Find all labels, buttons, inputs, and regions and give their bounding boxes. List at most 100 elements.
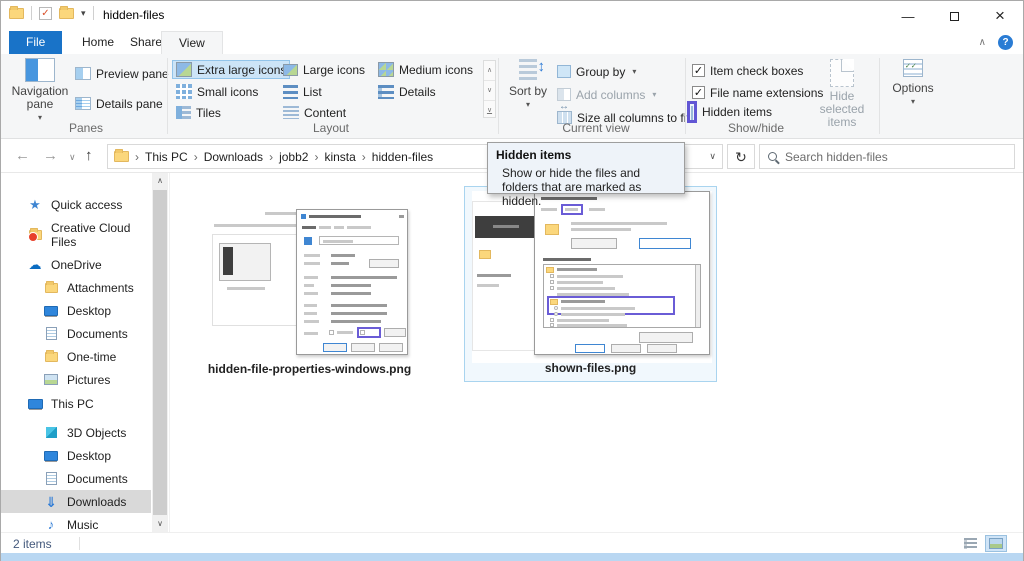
sidebar-scrollbar[interactable]: ∧ ∨ [152, 173, 168, 532]
search-input[interactable] [785, 150, 1006, 164]
layout-details[interactable]: Details [378, 82, 436, 101]
close-button[interactable]: × [977, 1, 1023, 31]
monitor-icon [43, 306, 59, 316]
sidebar-item-3d-objects[interactable]: 3D Objects [1, 421, 151, 444]
add-columns-dropdown-icon: ▾ [652, 90, 656, 99]
sidebar-item-this-pc[interactable]: This PC [1, 392, 151, 415]
new-folder-icon[interactable] [59, 8, 74, 19]
music-note-icon: ♪ [43, 517, 59, 532]
gallery-scroll-down-icon[interactable]: ∨ [484, 81, 495, 101]
tab-view[interactable]: View [161, 31, 223, 54]
sidebar-item-desktop[interactable]: Desktop [1, 444, 151, 467]
layout-extra-large-icons[interactable]: Extra large icons [172, 60, 290, 79]
navigation-pane-button[interactable]: Navigation pane ▾ [11, 58, 69, 124]
file-label: hidden-file-properties-windows.png [183, 362, 436, 376]
main-area: ★Quick access Creative Cloud Files ☁OneD… [1, 173, 1023, 532]
minimize-button[interactable]: — [885, 1, 931, 31]
unchecked-checkbox-icon[interactable] [691, 106, 693, 120]
sidebar-item-one-time[interactable]: One-time [1, 345, 151, 368]
file-item-hidden-file-properties[interactable]: hidden-file-properties-windows.png [183, 186, 436, 382]
checked-checkbox-icon[interactable]: ✓ [692, 86, 705, 99]
checked-checkbox-icon[interactable]: ✓ [692, 64, 705, 77]
sidebar-item-attachments[interactable]: Attachments [1, 276, 151, 299]
breadcrumb-this-pc[interactable]: This PC [145, 150, 188, 164]
app-folder-icon [9, 8, 24, 19]
details-pane-label: Details pane [96, 97, 163, 111]
sort-by-dropdown-icon: ▾ [526, 98, 530, 111]
folder-icon [43, 352, 59, 362]
star-icon: ★ [27, 197, 43, 213]
file-item-shown-files[interactable]: shown-files.png [464, 186, 717, 382]
options-dropdown-icon: ▾ [911, 95, 915, 108]
breadcrumb-hidden-files[interactable]: hidden-files [372, 150, 433, 164]
sidebar-item-downloads[interactable]: ⇓Downloads [1, 490, 151, 513]
cube-icon [43, 427, 59, 438]
group-by-button[interactable]: Group by ▾ [557, 62, 636, 81]
details-view-icon [378, 85, 394, 99]
breadcrumb-kinsta[interactable]: kinsta [324, 150, 355, 164]
tab-file[interactable]: File [9, 31, 62, 54]
gallery-expand-icon[interactable]: ∨ [484, 101, 495, 120]
back-button[interactable]: ← [15, 147, 30, 164]
extra-large-icons-icon [176, 62, 192, 77]
properties-check-icon[interactable]: ✓ [39, 7, 52, 20]
current-view-group-label: Current view [521, 121, 671, 135]
layout-gallery-scroll[interactable]: ∧ ∨ ∨ [483, 60, 496, 118]
layout-list[interactable]: List [283, 82, 322, 101]
sidebar-item-creative-cloud-files[interactable]: Creative Cloud Files [1, 223, 151, 246]
show-hide-group-label: Show/hide [701, 121, 811, 135]
search-box[interactable] [759, 144, 1015, 169]
thumbnail-view-button[interactable] [985, 535, 1007, 552]
list-icon [283, 85, 298, 99]
hidden-items-toggle[interactable]: Hidden items [687, 102, 772, 121]
help-icon[interactable]: ? [998, 35, 1013, 50]
layout-content[interactable]: Content [283, 103, 346, 122]
quick-access-toolbar: ✓ ▾ [9, 6, 94, 20]
layout-small-icons[interactable]: Small icons [176, 82, 258, 101]
item-check-boxes-toggle[interactable]: ✓ Item check boxes [692, 61, 803, 80]
address-dropdown-icon[interactable]: ∨ [709, 151, 716, 162]
add-columns-button[interactable]: Add columns ▾ [557, 85, 656, 104]
ribbon-collapse-icon[interactable]: ∧ [979, 37, 986, 48]
details-pane-icon [75, 97, 91, 110]
layout-medium-icons[interactable]: Medium icons [378, 60, 473, 79]
preview-pane-label: Preview pane [96, 67, 169, 81]
gallery-scroll-up-icon[interactable]: ∧ [484, 61, 495, 81]
sidebar-item-documents-onedrive[interactable]: Documents [1, 322, 151, 345]
options-button[interactable]: Options ▾ [887, 59, 939, 108]
tooltip-body: Show or hide the files and folders that … [496, 166, 676, 208]
hide-selected-items-button[interactable]: Hide selected items [809, 59, 875, 129]
status-bar: 2 items [1, 532, 1023, 554]
thumbnail-hidden-file-properties [210, 206, 410, 358]
forward-button[interactable]: → [43, 147, 58, 164]
file-name-extensions-toggle[interactable]: ✓ File name extensions [692, 83, 823, 102]
small-icons-icon [176, 84, 192, 99]
sort-by-button[interactable]: Sort by ▾ [507, 59, 549, 111]
sidebar-item-documents[interactable]: Documents [1, 467, 151, 490]
details-view-button[interactable] [959, 535, 981, 552]
title-bar: ✓ ▾ hidden-files — × [1, 1, 1023, 31]
download-arrow-icon: ⇓ [43, 497, 59, 507]
window-title: hidden-files [103, 8, 164, 22]
maximize-button[interactable] [931, 1, 977, 31]
thumbnail-shown-files [472, 191, 712, 363]
bottom-strip [1, 553, 1023, 561]
scrollbar-thumb[interactable] [153, 190, 167, 515]
qat-dropdown-icon[interactable]: ▾ [81, 8, 86, 19]
refresh-button[interactable]: ↻ [727, 144, 755, 169]
tiles-icon [176, 106, 191, 119]
up-button[interactable]: ↑ [85, 147, 93, 164]
scroll-up-icon[interactable]: ∧ [152, 173, 168, 189]
sidebar-item-quick-access[interactable]: ★Quick access [1, 193, 151, 216]
breadcrumb-downloads[interactable]: Downloads [204, 150, 263, 164]
preview-pane-button[interactable]: Preview pane [75, 64, 169, 83]
scroll-down-icon[interactable]: ∨ [152, 516, 168, 532]
sidebar-item-onedrive[interactable]: ☁OneDrive [1, 253, 151, 276]
recent-locations-icon[interactable]: ∨ [69, 152, 76, 163]
breadcrumb-jobb2[interactable]: jobb2 [279, 150, 308, 164]
layout-tiles[interactable]: Tiles [176, 103, 221, 122]
sidebar-item-desktop-onedrive[interactable]: Desktop [1, 299, 151, 322]
details-pane-button[interactable]: Details pane [75, 94, 163, 113]
layout-large-icons[interactable]: Large icons [283, 60, 365, 79]
sidebar-item-pictures[interactable]: Pictures [1, 368, 151, 391]
